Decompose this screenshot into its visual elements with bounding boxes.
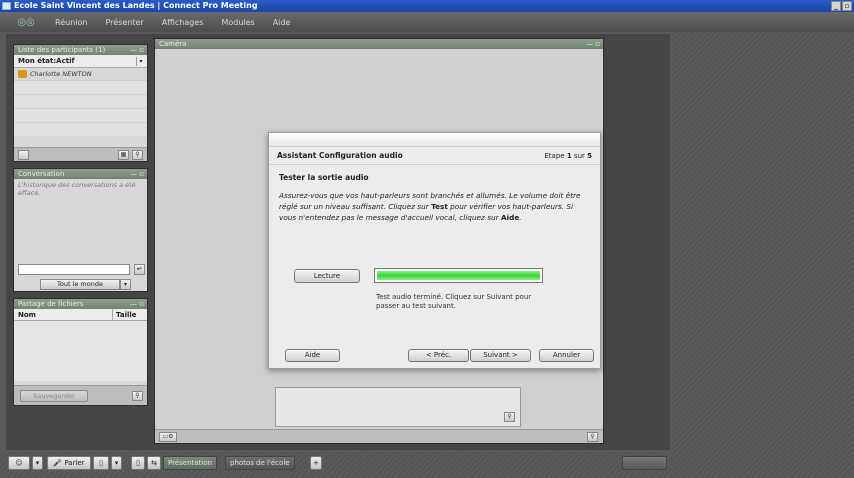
send-icon[interactable]: ↵: [134, 264, 145, 275]
instructions-bold-help: Aide: [500, 213, 520, 222]
my-status-label: Mon état:Actif: [18, 57, 75, 65]
pod-menu-icon[interactable]: — ▫: [130, 45, 144, 55]
file-share-pod-header: Partage de fichiers — ▫: [14, 299, 147, 309]
pod-options-icon[interactable]: ⚲: [132, 150, 143, 160]
test-status-message: Test audio terminé. Cliquez sur Suivant …: [376, 293, 532, 310]
chat-recipient-select[interactable]: Tout le monde: [40, 279, 120, 290]
chevron-down-icon[interactable]: ▾: [120, 279, 131, 290]
chat-input[interactable]: [18, 264, 130, 275]
list-item[interactable]: Charlotte NEWTON: [14, 68, 147, 80]
save-button[interactable]: Sauvegarder: [20, 390, 88, 402]
step-separator: sur: [573, 152, 585, 160]
talk-label: Parler: [64, 459, 85, 467]
tab-presentation-label: Présentation: [168, 459, 212, 467]
pod-menu-icon[interactable]: — ▫: [130, 299, 144, 309]
menu-aide[interactable]: Aide: [264, 18, 300, 27]
tab-photos-label: photos de l'école: [230, 459, 290, 467]
menu-modules[interactable]: Modules: [212, 18, 263, 27]
microphone-icon: 🎤: [53, 459, 63, 467]
talk-button[interactable]: 🎤 Parler: [47, 456, 91, 470]
speaker-icon[interactable]: ▯: [93, 456, 109, 470]
menu-bar: ◎◎ Réunion Présenter Affichages Modules …: [0, 12, 854, 32]
chat-pod-title: Conversation: [18, 170, 65, 178]
dialog-subtitle: Tester la sortie audio: [279, 173, 369, 182]
file-share-pod: Partage de fichiers — ▫ Nom Taille Sauve…: [13, 298, 148, 406]
pod-menu-icon[interactable]: — ▫: [586, 39, 600, 49]
tab-photos[interactable]: photos de l'école: [225, 456, 295, 470]
chat-pod-header: Conversation — ▫: [14, 169, 147, 179]
files-table-header: Nom Taille: [14, 309, 147, 321]
column-size[interactable]: Taille: [112, 309, 137, 321]
dialog-instructions: Assurez-vous que vos haut-parleurs sont …: [279, 190, 589, 223]
pod-options-icon[interactable]: ⚲: [504, 412, 515, 422]
bottom-toolbar: ☺ ▾ 🎤 Parler ▯ ▾ ▯ ⇆ Présentation photos…: [0, 452, 672, 478]
restore-button[interactable]: ▫: [842, 1, 852, 11]
minimize-button[interactable]: _: [831, 1, 841, 11]
camera-pod-header: Caméra — ▫: [155, 39, 603, 49]
empty-row: [14, 122, 147, 136]
camera-inner-panel: ⚲: [275, 387, 521, 427]
participant-action-icon[interactable]: [18, 150, 29, 160]
play-button[interactable]: Lecture: [294, 269, 360, 283]
empty-row: [14, 94, 147, 108]
grid-view-icon[interactable]: ▦: [118, 150, 129, 160]
my-status-selector[interactable]: Mon état:Actif ▾: [14, 55, 147, 68]
camera-settings-icon[interactable]: ▭⚙: [159, 432, 177, 442]
next-button[interactable]: Suivant >: [470, 349, 531, 362]
chat-history: L'historique des conversations a été eff…: [18, 181, 136, 197]
lock-icon[interactable]: ▯: [131, 456, 145, 470]
chat-pod: Conversation — ▫ L'historique des conver…: [13, 168, 148, 292]
connect-logo-icon: ◎◎: [17, 16, 35, 28]
menu-presenter[interactable]: Présenter: [96, 18, 152, 27]
step-prefix: Etape: [544, 152, 565, 160]
instructions-text: .: [519, 213, 522, 222]
column-name[interactable]: Nom: [18, 309, 36, 321]
help-button[interactable]: Aide: [285, 349, 340, 362]
cancel-button[interactable]: Annuler: [539, 349, 594, 362]
participants-pod-header: Liste des participants (1) — ▫: [14, 45, 147, 55]
tab-presentation[interactable]: Présentation: [163, 456, 217, 470]
pod-options-icon[interactable]: ⚲: [132, 391, 143, 401]
dialog-title: Assistant Configuration audio: [277, 151, 403, 160]
stage-background: [672, 32, 854, 478]
audio-level-fill: [377, 271, 540, 280]
window-titlebar: Ecole Saint Vincent des Landes | Connect…: [0, 0, 854, 12]
participants-pod: Liste des participants (1) — ▫ Mon état:…: [13, 44, 148, 162]
host-user-icon: [18, 70, 27, 78]
participants-pod-footer: ▦ ⚲: [14, 147, 147, 161]
step-current: 1: [566, 152, 572, 160]
camera-pod-title: Caméra: [159, 40, 187, 48]
status-icon[interactable]: ☺: [8, 456, 30, 470]
empty-row: [14, 108, 147, 122]
instructions-bold-test: Test: [431, 202, 448, 211]
camera-pod-footer: ▭⚙ ⚲: [155, 429, 603, 443]
participant-name: Charlotte NEWTON: [30, 70, 92, 78]
pod-options-icon[interactable]: ⚲: [587, 432, 598, 442]
chevron-down-icon[interactable]: ▾: [111, 456, 122, 470]
layout-icon[interactable]: ⇆: [147, 456, 161, 470]
empty-row: [14, 80, 147, 94]
view-mode-buttons[interactable]: [622, 456, 667, 470]
audio-level-meter: [374, 268, 543, 283]
previous-button[interactable]: < Préc.: [408, 349, 469, 362]
add-layout-button[interactable]: +: [310, 456, 322, 470]
file-share-pod-footer: Sauvegarder ⚲: [14, 385, 147, 405]
chevron-down-icon[interactable]: ▾: [32, 456, 43, 470]
file-share-pod-title: Partage de fichiers: [18, 300, 84, 308]
files-list: [14, 321, 147, 381]
window-controls: _ ▫: [831, 1, 852, 11]
participants-pod-title: Liste des participants (1): [18, 46, 106, 54]
step-indicator: Etape 1 sur 5: [544, 152, 592, 160]
window-title: Ecole Saint Vincent des Landes | Connect…: [14, 1, 258, 10]
audio-setup-dialog: Assistant Configuration audio Etape 1 su…: [268, 132, 601, 369]
dialog-divider: [269, 164, 600, 165]
menu-reunion[interactable]: Réunion: [46, 18, 96, 27]
menu-affichages[interactable]: Affichages: [153, 18, 213, 27]
chevron-down-icon[interactable]: ▾: [136, 57, 145, 66]
pod-menu-icon[interactable]: — ▫: [130, 169, 144, 179]
dialog-header-bar: [269, 133, 600, 147]
step-total: 5: [587, 152, 592, 160]
app-icon: [2, 2, 11, 10]
